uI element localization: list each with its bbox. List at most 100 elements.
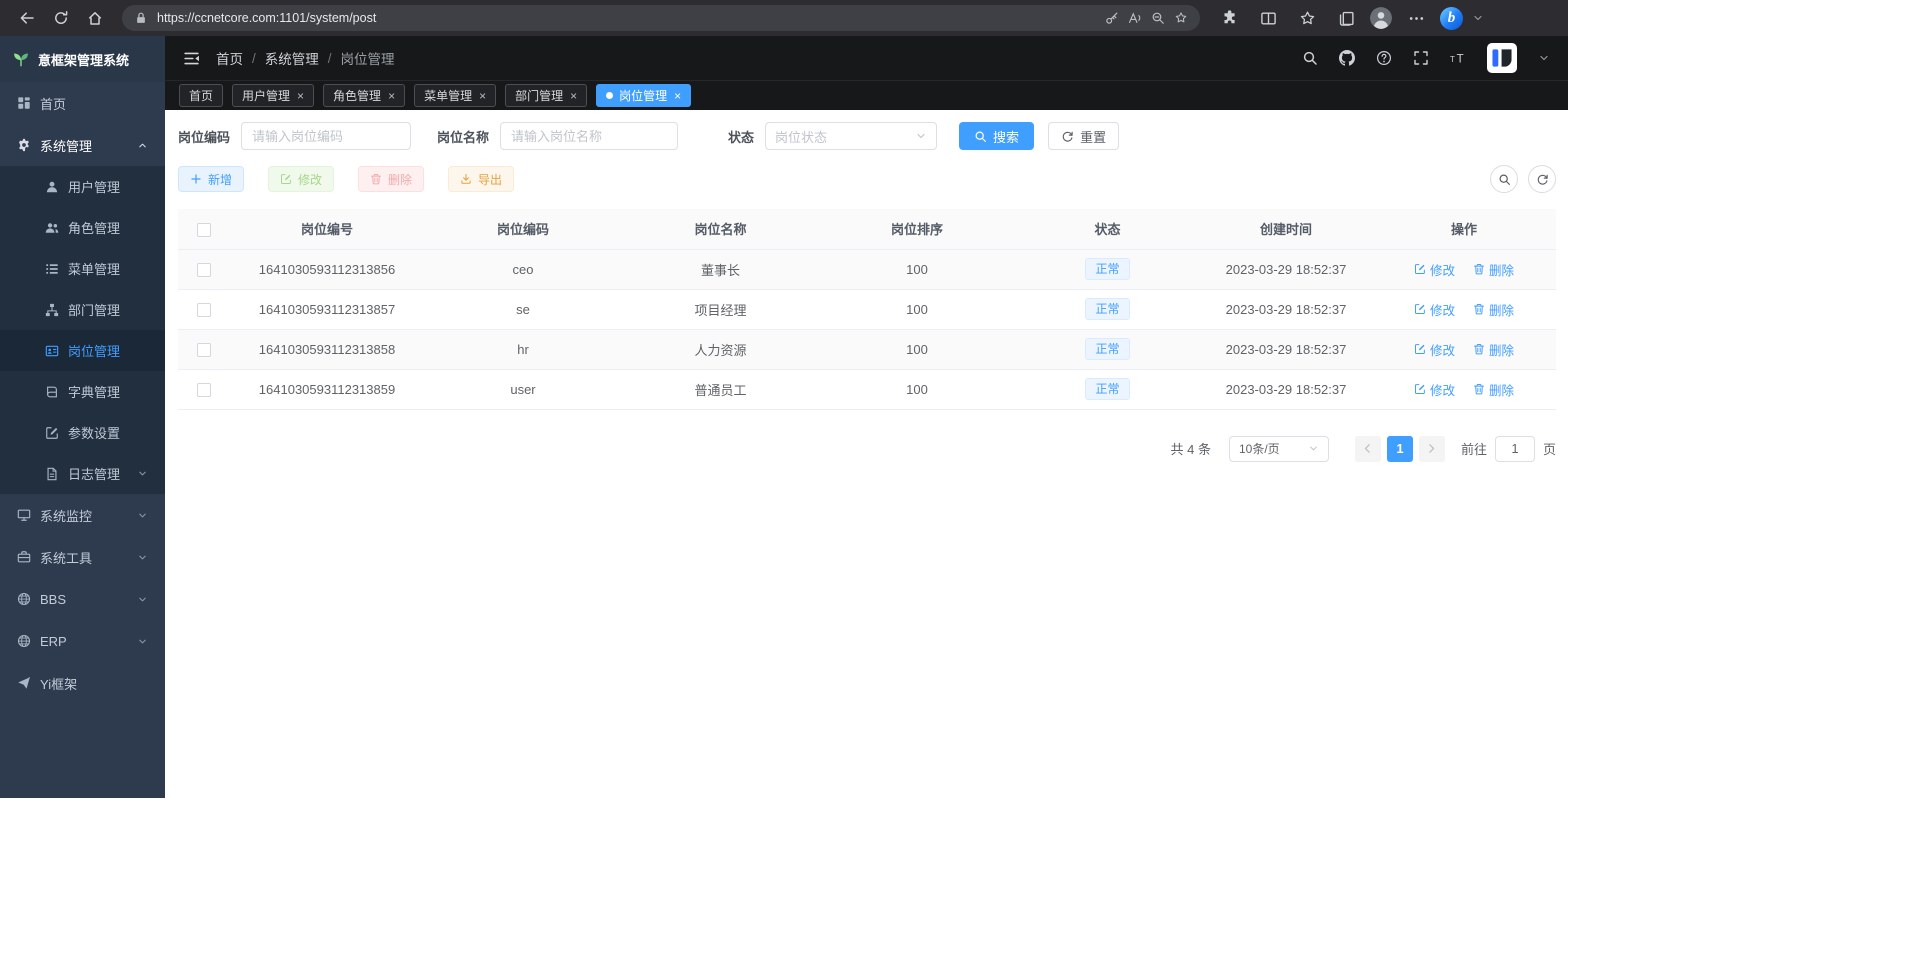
goto-page-input[interactable] xyxy=(1495,436,1535,462)
extensions-icon[interactable] xyxy=(1214,4,1244,32)
close-icon[interactable]: × xyxy=(388,89,395,103)
delete-button[interactable]: 删除 xyxy=(358,166,424,192)
row-checkbox[interactable] xyxy=(197,383,211,397)
tab-item[interactable]: 首页 xyxy=(179,84,223,107)
column-header: 状态 xyxy=(1015,209,1200,249)
collections-icon[interactable] xyxy=(1331,4,1361,32)
chevron-left-icon xyxy=(1361,442,1374,455)
breadcrumb-item[interactable]: 首页 xyxy=(216,48,243,68)
page-number-button[interactable]: 1 xyxy=(1387,436,1413,462)
settings-menu-icon[interactable] xyxy=(1401,4,1431,32)
tab-item[interactable]: 部门管理× xyxy=(505,84,587,107)
sidebar-item[interactable]: 系统监控 xyxy=(0,494,165,536)
add-button[interactable]: 新增 xyxy=(178,166,244,192)
edit-link[interactable]: 修改 xyxy=(1414,340,1455,359)
prev-page-button[interactable] xyxy=(1355,436,1381,462)
read-aloud-icon[interactable] xyxy=(1128,11,1142,25)
table-cell: 2023-03-29 18:52:37 xyxy=(1200,369,1372,409)
password-key-icon[interactable] xyxy=(1105,11,1119,25)
address-bar[interactable]: https://ccnetcore.com:1101/system/post xyxy=(122,5,1200,31)
sidebar-item-label: 菜单管理 xyxy=(68,259,148,278)
search-button[interactable]: 搜索 xyxy=(959,122,1034,150)
export-button[interactable]: 导出 xyxy=(448,166,514,192)
edit-link[interactable]: 修改 xyxy=(1414,380,1455,399)
reset-button[interactable]: 重置 xyxy=(1048,122,1119,150)
breadcrumb-item[interactable]: 系统管理 xyxy=(265,48,319,68)
sidebar-item[interactable]: Yi框架 xyxy=(0,662,165,704)
sidebar-item[interactable]: 参数设置 xyxy=(0,412,165,453)
post-code-input[interactable] xyxy=(241,122,411,150)
sidebar-item[interactable]: 岗位管理 xyxy=(0,330,165,371)
github-icon[interactable] xyxy=(1339,50,1355,66)
sidebar-item[interactable]: 系统工具 xyxy=(0,536,165,578)
delete-link[interactable]: 删除 xyxy=(1473,300,1514,319)
row-checkbox[interactable] xyxy=(197,343,211,357)
sidebar-collapse-icon[interactable] xyxy=(183,50,200,67)
sidebar-item[interactable]: 菜单管理 xyxy=(0,248,165,289)
close-icon[interactable]: × xyxy=(570,89,577,103)
table-row: 1641030593112313859user普通员工100正常2023-03-… xyxy=(178,369,1556,409)
post-name-input[interactable] xyxy=(500,122,678,150)
sidebar-item[interactable]: 部门管理 xyxy=(0,289,165,330)
select-all-checkbox[interactable] xyxy=(197,223,211,237)
lock-icon[interactable] xyxy=(134,11,148,25)
status-select[interactable]: 岗位状态 xyxy=(765,122,937,150)
row-checkbox[interactable] xyxy=(197,263,211,277)
tab-item[interactable]: 用户管理× xyxy=(232,84,314,107)
next-page-button[interactable] xyxy=(1419,436,1445,462)
toggle-search-button[interactable] xyxy=(1490,165,1518,193)
sidebar-item[interactable]: 日志管理 xyxy=(0,453,165,494)
edit-link[interactable]: 修改 xyxy=(1414,260,1455,279)
edit-link[interactable]: 修改 xyxy=(1414,300,1455,319)
favorites-icon[interactable] xyxy=(1292,4,1322,32)
home-button[interactable] xyxy=(80,4,110,32)
chevron-down-icon xyxy=(137,468,148,479)
close-icon[interactable]: × xyxy=(674,89,681,103)
browser-profile-avatar[interactable] xyxy=(1370,7,1392,29)
status-select-placeholder: 岗位状态 xyxy=(775,127,827,146)
app-logo[interactable]: 意框架管理系统 xyxy=(0,36,165,82)
sidebar-item[interactable]: ERP xyxy=(0,620,165,662)
sidebar-item[interactable]: 系统管理 xyxy=(0,124,165,166)
split-screen-icon[interactable] xyxy=(1253,4,1283,32)
delete-link[interactable]: 删除 xyxy=(1473,260,1514,279)
edit-button[interactable]: 修改 xyxy=(268,166,334,192)
sidebar-item[interactable]: 角色管理 xyxy=(0,207,165,248)
table-row: 1641030593112313858hr人力资源100正常2023-03-29… xyxy=(178,329,1556,369)
monitor-icon xyxy=(17,508,31,522)
tab-item[interactable]: 菜单管理× xyxy=(414,84,496,107)
refresh-table-button[interactable] xyxy=(1528,165,1556,193)
delete-link[interactable]: 删除 xyxy=(1473,340,1514,359)
close-icon[interactable]: × xyxy=(479,89,486,103)
tab-item[interactable]: 岗位管理× xyxy=(596,84,691,107)
back-button[interactable] xyxy=(12,4,42,32)
docs-help-icon[interactable] xyxy=(1376,50,1392,66)
delete-link[interactable]: 删除 xyxy=(1473,380,1514,399)
app-title: 意框架管理系统 xyxy=(38,50,129,69)
font-size-icon[interactable]: TT xyxy=(1450,50,1466,66)
breadcrumb-separator: / xyxy=(252,51,256,66)
chevron-down-icon[interactable] xyxy=(1472,12,1484,24)
tab-item[interactable]: 角色管理× xyxy=(323,84,405,107)
reset-button-label: 重置 xyxy=(1080,127,1106,146)
header-search-icon[interactable] xyxy=(1302,50,1318,66)
sidebar-item[interactable]: 用户管理 xyxy=(0,166,165,207)
copilot-bing-icon[interactable]: b xyxy=(1440,7,1463,30)
close-icon[interactable]: × xyxy=(297,89,304,103)
sidebar-item[interactable]: BBS xyxy=(0,578,165,620)
post-icon xyxy=(45,344,59,358)
zoom-out-icon[interactable] xyxy=(1151,11,1165,25)
row-checkbox[interactable] xyxy=(197,303,211,317)
sidebar-item[interactable]: 首页 xyxy=(0,82,165,124)
refresh-button[interactable] xyxy=(46,4,76,32)
url-text[interactable]: https://ccnetcore.com:1101/system/post xyxy=(157,11,376,25)
sidebar-item[interactable]: 字典管理 xyxy=(0,371,165,412)
menu-icon xyxy=(45,262,59,276)
avatar-dropdown-caret-icon[interactable] xyxy=(1538,52,1550,64)
favorite-add-icon[interactable] xyxy=(1174,11,1188,25)
user-avatar[interactable] xyxy=(1487,43,1517,73)
table-cell: 普通员工 xyxy=(622,369,819,409)
table-cell: 2023-03-29 18:52:37 xyxy=(1200,329,1372,369)
page-size-select[interactable]: 10条/页 xyxy=(1229,436,1329,462)
fullscreen-icon[interactable] xyxy=(1413,50,1429,66)
